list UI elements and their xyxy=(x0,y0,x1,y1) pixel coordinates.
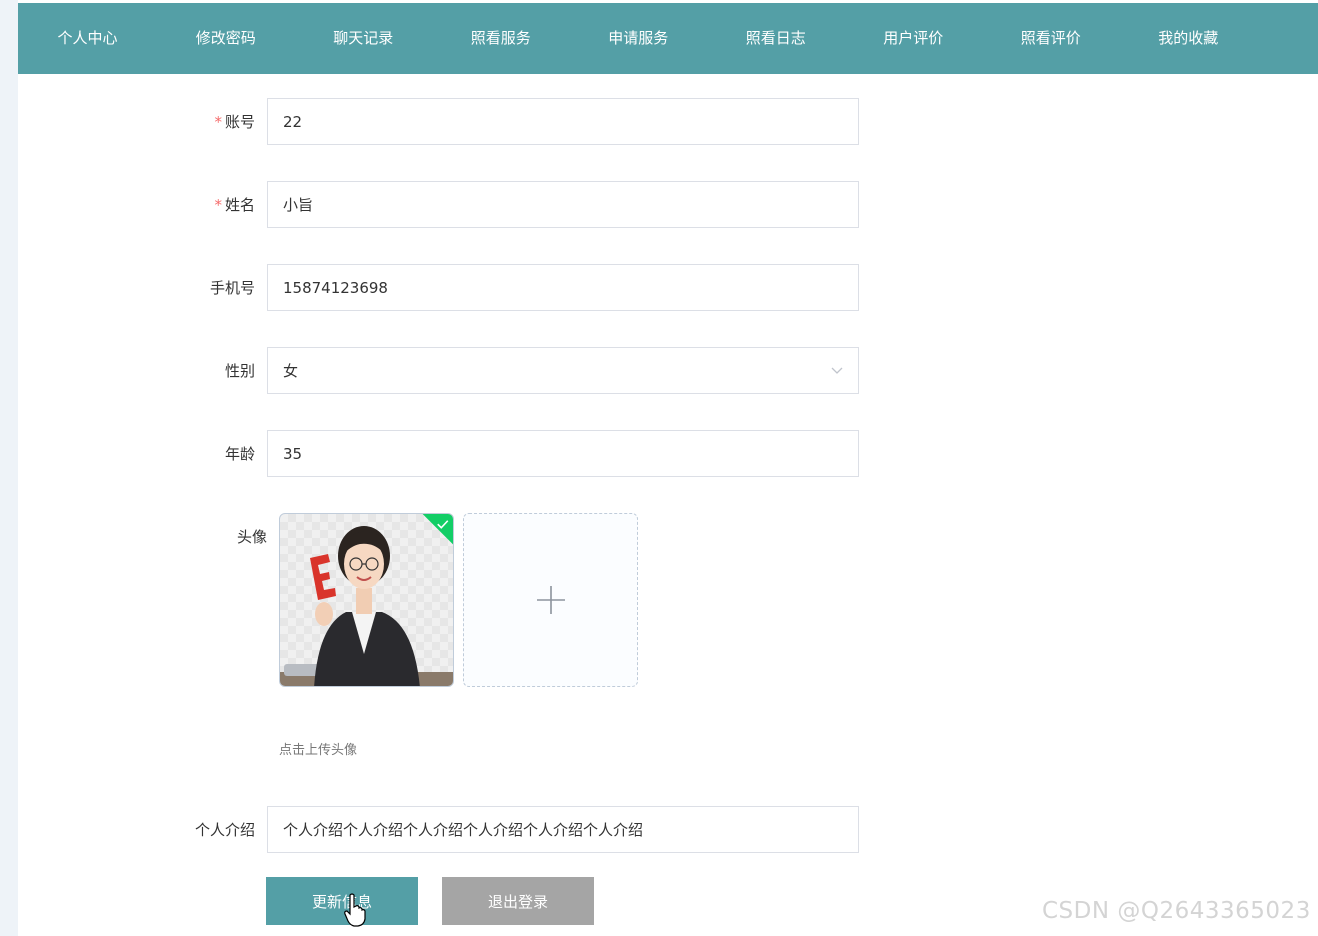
nav-item-care-service[interactable]: 照看服务 xyxy=(432,3,570,74)
plus-icon xyxy=(536,586,565,614)
avatar-label: 头像 xyxy=(236,528,267,546)
nav-item-user-review[interactable]: 用户评价 xyxy=(845,3,983,74)
chevron-down-icon xyxy=(831,365,843,377)
page-left-strip xyxy=(0,0,18,936)
account-row: * 账号 22 xyxy=(150,98,859,145)
phone-label: 手机号 xyxy=(209,279,255,297)
gender-select[interactable]: 女 xyxy=(267,347,859,394)
account-label: * 账号 xyxy=(214,113,255,131)
nav-item-apply-service[interactable]: 申请服务 xyxy=(570,3,708,74)
nav-item-care-log[interactable]: 照看日志 xyxy=(707,3,845,74)
age-row: 年龄 35 xyxy=(150,430,859,477)
phone-input[interactable]: 15874123698 xyxy=(267,264,859,311)
required-star: * xyxy=(214,113,222,131)
update-info-button[interactable]: 更新信息 xyxy=(266,877,418,925)
avatar-photo xyxy=(280,526,453,686)
top-navbar: 个人中心 修改密码 聊天记录 照看服务 申请服务 照看日志 用户评价 照看评价 … xyxy=(18,3,1318,74)
name-label: * 姓名 xyxy=(214,196,255,214)
name-row: * 姓名 小旨 xyxy=(150,181,859,228)
account-input[interactable]: 22 xyxy=(267,98,859,145)
nav-item-chat-history[interactable]: 聊天记录 xyxy=(295,3,433,74)
nav-item-change-password[interactable]: 修改密码 xyxy=(157,3,295,74)
intro-input[interactable]: 个人介绍个人介绍个人介绍个人介绍个人介绍个人介绍 xyxy=(267,806,859,853)
avatar-thumbnail[interactable] xyxy=(279,513,454,687)
watermark: CSDN @Q2643365023 xyxy=(1042,898,1311,924)
gender-label: 性别 xyxy=(224,362,255,380)
upload-tip: 点击上传头像 xyxy=(279,743,358,758)
nav-item-personal-center[interactable]: 个人中心 xyxy=(18,3,157,74)
intro-label: 个人介绍 xyxy=(194,821,255,839)
avatar-upload-button[interactable] xyxy=(463,513,638,687)
nav-item-my-favorites[interactable]: 我的收藏 xyxy=(1120,3,1258,74)
logout-button[interactable]: 退出登录 xyxy=(442,877,594,925)
age-input[interactable]: 35 xyxy=(267,430,859,477)
name-input[interactable]: 小旨 xyxy=(267,181,859,228)
intro-row: 个人介绍 个人介绍个人介绍个人介绍个人介绍个人介绍个人介绍 xyxy=(150,806,859,853)
required-star: * xyxy=(214,196,222,214)
gender-row: 性别 女 xyxy=(150,347,859,394)
hand-cursor-icon xyxy=(344,893,366,927)
nav-item-care-review[interactable]: 照看评价 xyxy=(982,3,1120,74)
phone-row: 手机号 15874123698 xyxy=(150,264,859,311)
age-label: 年龄 xyxy=(224,445,255,463)
check-icon xyxy=(437,520,449,529)
